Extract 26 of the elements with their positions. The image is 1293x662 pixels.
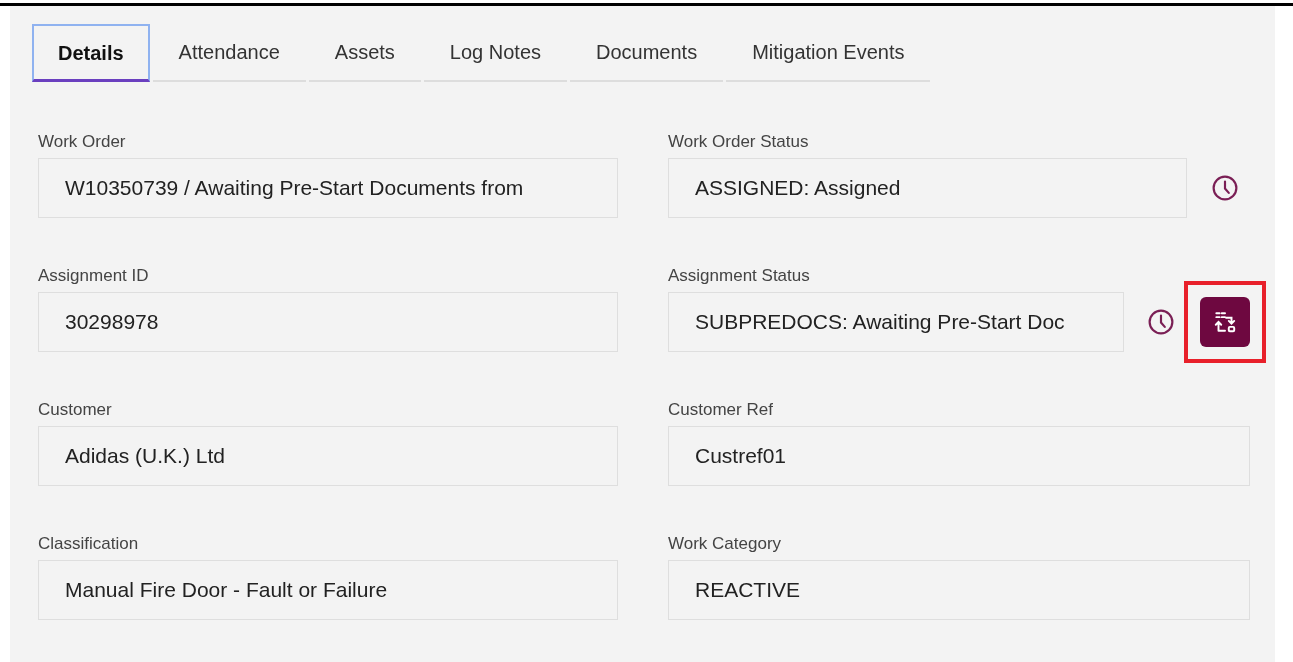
tab[interactable]: Documents: [570, 24, 724, 82]
text-field[interactable]: Adidas (U.K.) Ltd: [38, 426, 618, 486]
tab[interactable]: Attendance: [152, 24, 306, 82]
text-field[interactable]: SUBPREDOCS: Awaiting Pre-Start Doc: [668, 292, 1124, 352]
tab[interactable]: Details: [32, 24, 150, 82]
tab[interactable]: Log Notes: [423, 24, 567, 82]
text-field[interactable]: Custref01: [668, 426, 1250, 486]
field-label: Assignment ID: [38, 266, 150, 287]
field-label: Work Order Status: [668, 132, 810, 153]
text-field[interactable]: W10350739 / Awaiting Pre-Start Documents from: [38, 158, 618, 218]
field-label: Work Category: [668, 534, 783, 555]
transfer-button[interactable]: [1200, 297, 1250, 347]
field-label: Assignment Status: [668, 266, 811, 287]
clock-icon[interactable]: [1212, 175, 1238, 201]
text-field[interactable]: 30298978: [38, 292, 618, 352]
tab[interactable]: Mitigation Events: [726, 24, 931, 82]
text-field[interactable]: ASSIGNED: Assigned: [668, 158, 1187, 218]
tab[interactable]: Assets: [308, 24, 421, 82]
field-label: Classification: [38, 534, 140, 555]
field-label: Work Order: [38, 132, 127, 153]
clock-icon[interactable]: [1148, 309, 1174, 335]
text-field[interactable]: REACTIVE: [668, 560, 1250, 620]
field-label: Customer: [38, 400, 113, 421]
text-field[interactable]: Manual Fire Door - Fault or Failure: [38, 560, 618, 620]
transfer-icon: [1212, 309, 1238, 335]
field-label: Customer Ref: [668, 400, 774, 421]
